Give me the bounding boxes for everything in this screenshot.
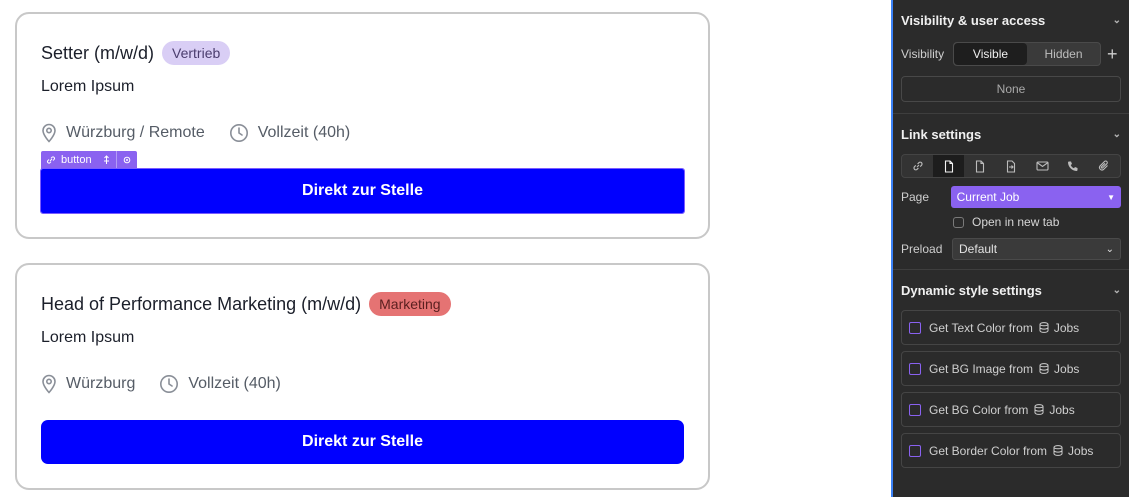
link-type-toolbar — [901, 154, 1121, 178]
apply-button[interactable]: Direkt zur Stelle — [41, 420, 684, 464]
settings-panel: Visibility & user access ⌄ Visibility Vi… — [891, 0, 1129, 497]
add-condition-icon[interactable]: + — [1107, 44, 1118, 65]
settings-icon[interactable] — [115, 151, 137, 169]
database-icon — [1034, 404, 1044, 415]
dynamic-style-section: Dynamic style settings ⌄ Get Text Color … — [893, 270, 1129, 497]
dynamic-text-color-item[interactable]: Get Text Color from Jobs — [901, 310, 1121, 345]
link-settings-section: Link settings ⌄ Page Current Job ▼ Open … — [893, 114, 1129, 270]
dynamic-style-source: Jobs — [1054, 361, 1080, 376]
preload-select[interactable]: Default ⌄ — [952, 238, 1121, 260]
section-icon[interactable] — [995, 155, 1026, 177]
dynamic-style-checkbox[interactable] — [909, 444, 921, 457]
job-card: Setter (m/w/d) Vertrieb Lorem Ipsum Würz… — [15, 12, 710, 239]
preload-label: Preload — [901, 242, 943, 256]
job-subtitle: Lorem Ipsum — [41, 329, 135, 346]
attachment-icon[interactable] — [1089, 155, 1120, 177]
apply-button[interactable]: Direkt zur Stelle — [40, 168, 685, 214]
preload-row: Preload Default ⌄ — [901, 233, 1121, 265]
page-select[interactable]: Current Job ▼ — [950, 186, 1121, 208]
job-subtitle: Lorem Ipsum — [41, 78, 135, 95]
job-location-text: Würzburg / Remote — [66, 124, 205, 141]
page-icon[interactable] — [933, 155, 965, 177]
job-title-row: Head of Performance Marketing (m/w/d) Ma… — [41, 291, 684, 317]
dynamic-style-source: Jobs — [1068, 443, 1094, 458]
chevron-down-icon[interactable]: ⌄ — [1113, 285, 1121, 296]
visibility-toggle: Visible Hidden — [953, 42, 1101, 66]
dynamic-style-source: Jobs — [1049, 402, 1075, 417]
page-select-value: Current Job — [956, 190, 1020, 204]
job-location: Würzburg — [41, 374, 135, 394]
job-category-tag: Vertrieb — [162, 41, 231, 65]
selection-tag-label: button — [61, 154, 92, 166]
preload-select-value: Default — [959, 242, 998, 256]
phone-icon[interactable] — [1058, 155, 1089, 177]
map-pin-icon — [42, 123, 56, 143]
page-label: Page — [901, 190, 930, 204]
job-title: Setter (m/w/d) — [41, 42, 155, 63]
dynamic-bg-color-item[interactable]: Get BG Color from Jobs — [901, 392, 1121, 427]
chevron-down-icon[interactable]: ⌄ — [1113, 129, 1121, 140]
new-tab-row: Open in new tab — [901, 211, 1121, 233]
job-location: Würzburg / Remote — [41, 123, 205, 143]
new-tab-checkbox[interactable] — [953, 216, 964, 228]
database-icon — [1039, 363, 1049, 374]
job-employment: Vollzeit (40h) — [229, 123, 351, 143]
element-selection-tag[interactable]: button — [41, 151, 137, 169]
dynamic-style-label: Get Text Color from — [929, 320, 1033, 335]
dynamic-style-label: Get BG Image from — [929, 361, 1034, 376]
job-location-text: Würzburg — [66, 375, 136, 392]
dynamic-style-label: Get Border Color from — [929, 443, 1048, 458]
clock-icon — [160, 375, 179, 393]
dynamic-style-checkbox[interactable] — [909, 321, 921, 334]
visible-option[interactable]: Visible — [954, 43, 1027, 65]
page-row: Page Current Job ▼ — [901, 183, 1121, 211]
dynamic-style-source: Jobs — [1053, 320, 1080, 335]
dynamic-bg-image-item[interactable]: Get BG Image from Jobs — [901, 351, 1121, 386]
visibility-section: Visibility & user access ⌄ Visibility Vi… — [893, 0, 1129, 114]
visibility-row: Visibility Visible Hidden + — [901, 40, 1121, 68]
clock-icon — [229, 124, 248, 142]
job-employment-text: Vollzeit (40h) — [188, 375, 281, 392]
move-icon[interactable] — [97, 151, 116, 169]
design-canvas: Setter (m/w/d) Vertrieb Lorem Ipsum Würz… — [0, 0, 891, 497]
database-icon — [1039, 322, 1049, 333]
dynamic-style-checkbox[interactable] — [909, 362, 921, 375]
section-heading: Link settings — [901, 126, 982, 142]
chevron-down-icon[interactable]: ⌄ — [1113, 15, 1121, 26]
map-pin-icon — [42, 374, 56, 394]
file-icon[interactable] — [964, 155, 995, 177]
visibility-section-header[interactable]: Visibility & user access ⌄ — [901, 0, 1121, 40]
section-heading: Visibility & user access — [901, 12, 1046, 28]
job-meta: Würzburg Vollzeit (40h) — [41, 373, 684, 395]
job-meta: Würzburg / Remote Vollzeit (40h) — [41, 122, 684, 144]
caret-down-icon: ▼ — [1107, 192, 1115, 202]
new-tab-label: Open in new tab — [972, 215, 1060, 229]
database-icon — [1053, 445, 1063, 456]
email-icon[interactable] — [1027, 155, 1058, 177]
visibility-label: Visibility — [901, 47, 945, 61]
job-employment: Vollzeit (40h) — [159, 374, 281, 394]
section-heading: Dynamic style settings — [901, 282, 1042, 298]
link-icon[interactable] — [902, 155, 933, 177]
job-employment-text: Vollzeit (40h) — [257, 124, 351, 141]
job-category-tag: Marketing — [369, 292, 451, 316]
link-settings-header[interactable]: Link settings ⌄ — [901, 114, 1121, 154]
dynamic-style-header[interactable]: Dynamic style settings ⌄ — [901, 270, 1121, 310]
dynamic-style-label: Get BG Color from — [929, 402, 1029, 417]
visibility-conditions-field[interactable]: None — [901, 76, 1121, 102]
chevron-down-icon: ⌄ — [1105, 243, 1114, 255]
dynamic-border-color-item[interactable]: Get Border Color from Jobs — [901, 433, 1121, 468]
job-title: Head of Performance Marketing (m/w/d) — [41, 293, 362, 314]
link-icon — [41, 151, 61, 169]
job-card: Head of Performance Marketing (m/w/d) Ma… — [15, 263, 710, 490]
dynamic-style-checkbox[interactable] — [909, 403, 921, 416]
job-title-row: Setter (m/w/d) Vertrieb — [41, 40, 684, 66]
hidden-option[interactable]: Hidden — [1027, 43, 1100, 65]
